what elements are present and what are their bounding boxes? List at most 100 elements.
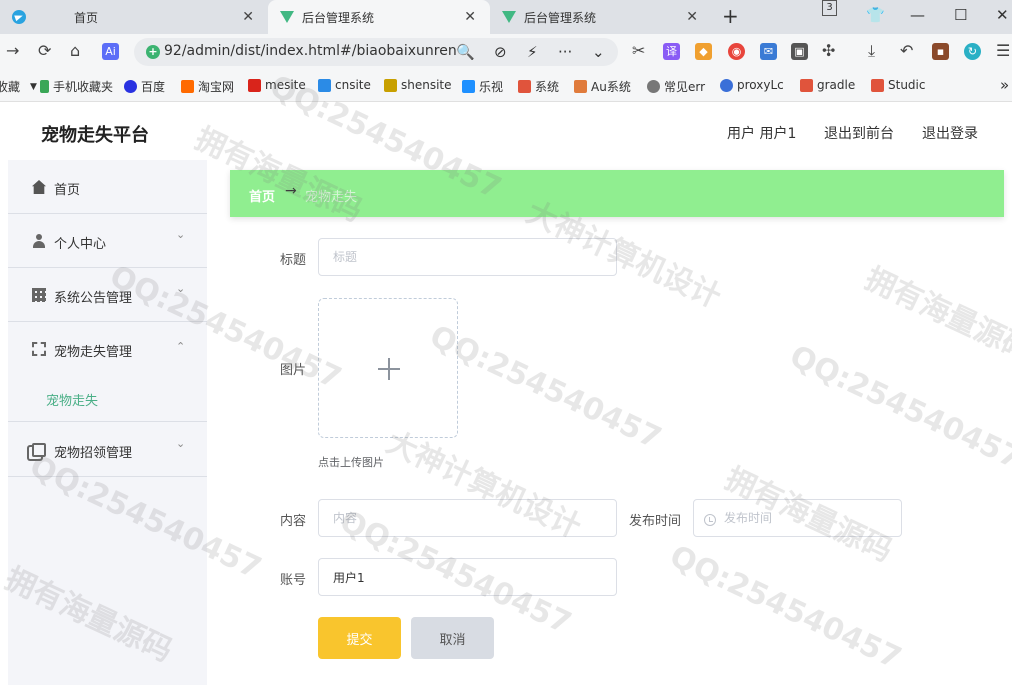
proxy-icon <box>720 78 733 92</box>
reader-icon[interactable]: ▣ <box>791 43 808 60</box>
clock-icon <box>704 514 716 526</box>
browser-tab-2[interactable]: 后台管理系统 ✕ <box>268 0 490 34</box>
sidebar-item-label: 个人中心 <box>54 237 107 252</box>
baidu-paw-icon <box>124 80 137 93</box>
vue-icon <box>502 11 516 23</box>
close-tab-icon[interactable]: ✕ <box>464 9 476 25</box>
ai-extension-icon[interactable]: Ai <box>102 43 119 60</box>
au-icon <box>574 80 587 93</box>
close-window-icon[interactable]: ✕ <box>996 6 1009 24</box>
briefcase-icon[interactable]: ▪ <box>932 43 949 60</box>
download-icon[interactable]: ⤓ <box>868 42 875 60</box>
more-icon[interactable]: ··· <box>558 43 572 61</box>
bookmark-item[interactable]: gradle <box>800 78 855 92</box>
sidebar-item-home[interactable]: 首页 <box>8 160 207 214</box>
maximize-icon[interactable]: ☐ <box>954 6 967 24</box>
sidebar-item-announcements[interactable]: 系统公告管理 ⌄ <box>8 268 207 322</box>
minimize-icon[interactable]: — <box>910 6 925 24</box>
back-icon[interactable]: → <box>6 42 19 60</box>
bookmark-item[interactable]: 乐视 <box>462 78 503 95</box>
bookmark-item[interactable]: 淘宝网 <box>181 78 234 95</box>
address-bar[interactable]: + 92/admin/dist/index.html#/biaobaixunre… <box>134 38 618 66</box>
zoom-icon[interactable]: 🔍 <box>456 43 475 61</box>
submit-button[interactable]: 提交 <box>318 617 401 659</box>
bookmark-item[interactable]: 收藏 ▼ <box>0 78 37 95</box>
flash-icon[interactable]: ⚡ <box>527 43 538 61</box>
image-upload[interactable] <box>318 298 458 438</box>
weibo-icon[interactable]: ◉ <box>728 43 745 60</box>
tab-title: 首页 <box>74 10 99 25</box>
publish-time-label: 发布时间 <box>629 514 682 529</box>
tab-count-badge[interactable]: 3 <box>822 0 837 16</box>
sidebar-item-personal-center[interactable]: 个人中心 ⌄ <box>8 214 207 268</box>
sync-icon[interactable]: ↻ <box>964 43 981 60</box>
new-tab-button[interactable]: + <box>722 4 739 28</box>
tab-title: 后台管理系统 <box>524 10 597 25</box>
grid-icon <box>32 288 46 302</box>
account-input[interactable] <box>318 558 617 596</box>
browser-tab-3[interactable]: 后台管理系统 ✕ <box>490 0 712 34</box>
grid-icon <box>384 78 397 92</box>
bookmarks-bar: 收藏 ▼ 手机收藏夹 百度 淘宝网 mesite cnsite shensite … <box>0 70 1012 102</box>
bookmark-item[interactable]: shensite <box>384 78 452 92</box>
bookmark-item[interactable]: mesite <box>248 78 306 92</box>
taobao-icon <box>181 80 194 93</box>
bookmark-item[interactable]: Studic <box>871 78 925 92</box>
back-to-front-link[interactable]: 退出到前台 <box>824 123 894 143</box>
red-square-icon <box>248 78 261 92</box>
vue-icon <box>280 11 294 23</box>
menu-icon[interactable]: ☰ <box>996 42 1010 60</box>
shirt-icon[interactable]: 👕 <box>866 6 885 24</box>
content-label: 内容 <box>280 514 307 529</box>
mail-icon[interactable]: ✉ <box>760 43 777 60</box>
undo-icon[interactable]: ↶ <box>900 42 913 60</box>
bookmark-item[interactable]: 常见err <box>647 78 705 95</box>
site-title: 宠物走失平台 <box>41 125 149 146</box>
tv-icon <box>462 80 475 93</box>
extensions-icon[interactable]: ✣ <box>822 42 835 60</box>
chevron-up-icon: ⌃ <box>176 340 186 353</box>
sidebar-item-label: 宠物招领管理 <box>54 446 133 461</box>
more-bookmarks-button[interactable]: » <box>1000 76 1009 94</box>
globe-icon <box>647 80 660 93</box>
submenu-item-label: 宠物走失 <box>46 394 99 409</box>
bookmark-item[interactable]: proxyLc <box>720 78 784 92</box>
logout-link[interactable]: 退出登录 <box>922 123 978 143</box>
sidebar-item-found-pets[interactable]: 宠物招领管理 ⌄ <box>8 423 207 477</box>
telegram-icon <box>12 10 26 24</box>
scissors-icon[interactable]: ✂ <box>632 42 645 60</box>
app-header: 宠物走失平台 用户 用户1 退出到前台 退出登录 <box>0 102 1012 162</box>
game-icon[interactable]: ◆ <box>695 43 712 60</box>
bookmark-item[interactable]: cnsite <box>318 78 371 92</box>
bookmark-item[interactable]: Au系统 <box>574 78 631 95</box>
close-tab-icon[interactable]: ✕ <box>686 9 698 25</box>
reload-icon[interactable]: ⟳ <box>38 42 51 60</box>
c-icon <box>800 78 813 92</box>
browser-tab-bar: 首页 ✕ 后台管理系统 ✕ 后台管理系统 ✕ + 3 👕 — ☐ ✕ <box>0 0 1012 34</box>
cancel-button[interactable]: 取消 <box>411 617 494 659</box>
title-input[interactable] <box>318 238 617 276</box>
chevron-down-icon: ⌄ <box>176 228 186 241</box>
submenu-item-lost-pet[interactable]: 宠物走失 <box>8 376 207 422</box>
c-icon <box>518 80 531 93</box>
title-label: 标题 <box>280 253 307 268</box>
sidebar-item-lost-pets[interactable]: 宠物走失管理 ⌃ <box>8 322 207 376</box>
account-label: 账号 <box>280 573 307 588</box>
bookmark-item[interactable]: 系统 <box>518 78 559 95</box>
home-icon[interactable]: ⌂ <box>70 42 80 60</box>
compass-icon[interactable]: ⊘ <box>494 43 507 61</box>
translate-icon[interactable]: 译 <box>663 43 680 60</box>
publish-time-picker[interactable] <box>693 499 902 537</box>
content-input[interactable] <box>318 499 617 537</box>
bookmark-item[interactable]: 百度 <box>124 78 165 95</box>
url-text[interactable]: 92/admin/dist/index.html#/biaobaixunren <box>164 43 457 59</box>
chevron-down-icon: ⌄ <box>176 437 186 450</box>
breadcrumb-separator: → <box>285 183 297 199</box>
admin-app: 宠物走失平台 用户 用户1 退出到前台 退出登录 首页 个人中心 ⌄ 系统公告管… <box>0 102 1012 685</box>
browser-tab-1[interactable]: 首页 ✕ <box>0 0 268 34</box>
image-label: 图片 <box>280 363 307 378</box>
chevron-down-icon[interactable]: ⌄ <box>592 43 605 61</box>
breadcrumb-home[interactable]: 首页 <box>249 186 275 205</box>
close-tab-icon[interactable]: ✕ <box>242 9 254 25</box>
bookmark-item[interactable]: 手机收藏夹 <box>40 78 113 95</box>
